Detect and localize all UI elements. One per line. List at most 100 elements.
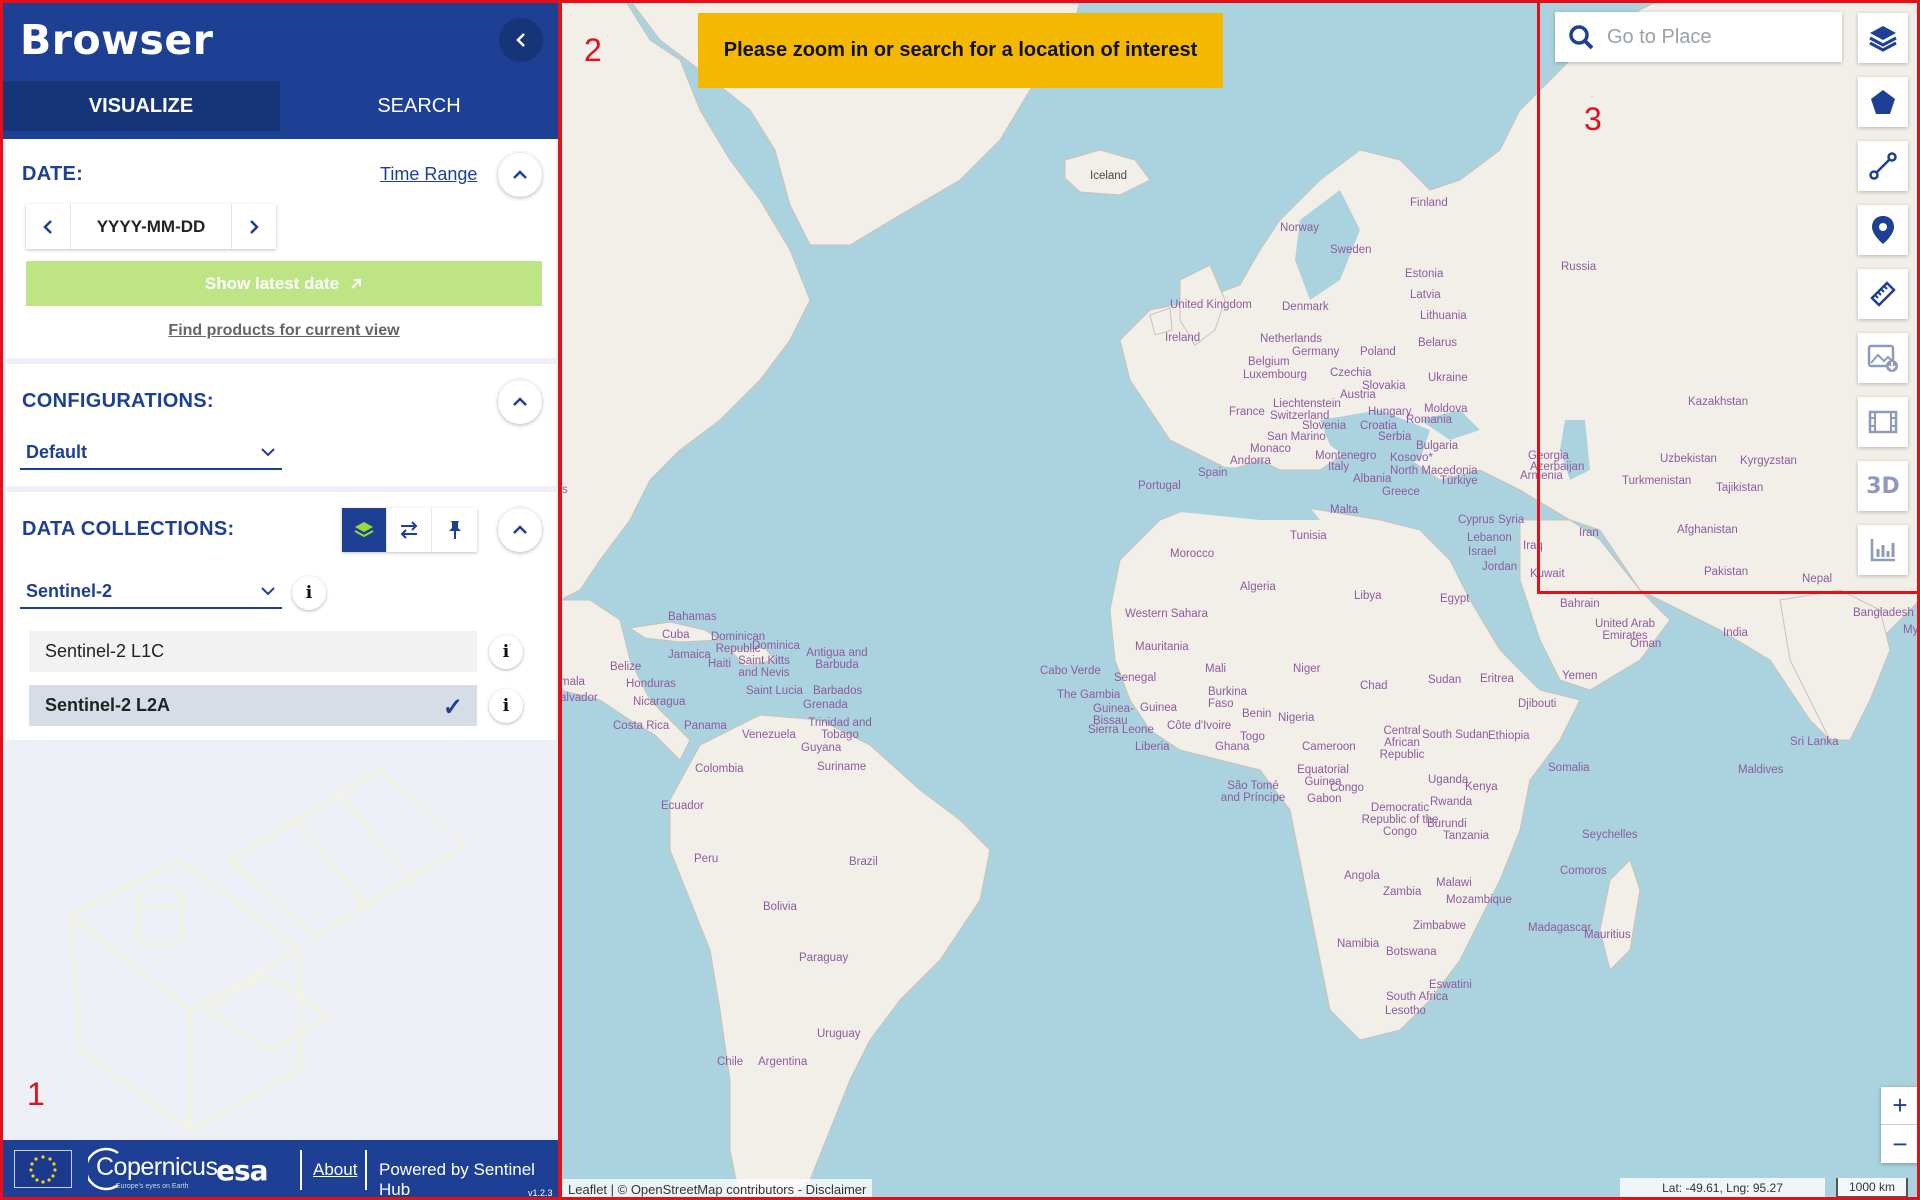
- zoom-out-button[interactable]: −: [1881, 1125, 1919, 1163]
- layers-icon: [354, 522, 374, 538]
- map-label: Andorra: [1230, 455, 1271, 467]
- map-marker-icon: [1872, 216, 1894, 244]
- l1c-info-button[interactable]: i: [489, 635, 523, 669]
- map-label: Nicaragua: [633, 696, 686, 708]
- about-link[interactable]: About: [313, 1160, 357, 1180]
- find-products-link[interactable]: Find products for current view: [6, 322, 562, 340]
- configuration-select[interactable]: Default: [20, 436, 282, 470]
- map-label: Serbia: [1378, 431, 1412, 443]
- annotation-number-2: 2: [584, 32, 602, 68]
- draw-polygon-button[interactable]: [1858, 77, 1908, 127]
- sidebar-header: Browser VISUALIZE SEARCH: [0, 0, 560, 139]
- map-label: Iran: [1579, 527, 1599, 539]
- map-label: My: [1903, 624, 1919, 636]
- map-label: Uruguay: [817, 1028, 861, 1040]
- date-input[interactable]: YYYY-MM-DD: [70, 204, 232, 249]
- 3d-view-button[interactable]: 3D: [1858, 461, 1908, 511]
- collection-item-sentinel-2-l1c[interactable]: Sentinel-2 L1C: [29, 631, 477, 672]
- data-collections-panel: DATA COLLECTIONS: Sentinel-2 i Sentinel-…: [6, 492, 556, 740]
- map-label: Armenia: [1520, 470, 1563, 482]
- compare-button[interactable]: [387, 508, 432, 552]
- date-panel: DATE: Time Range YYYY-MM-DD Show latest …: [6, 139, 556, 358]
- zoom-in-button[interactable]: +: [1881, 1087, 1919, 1125]
- place-marker-button[interactable]: [1858, 205, 1908, 255]
- map-label: Algeria: [1240, 581, 1276, 593]
- chevron-up-icon: [513, 525, 527, 534]
- map-label: Brazil: [849, 856, 878, 868]
- map-label: São Tomé and Príncipe: [1220, 780, 1286, 804]
- tab-visualize[interactable]: VISUALIZE: [2, 81, 280, 131]
- map-label: Malta: [1330, 504, 1359, 516]
- ruler-icon: [1870, 281, 1896, 307]
- image-download-button[interactable]: [1858, 333, 1908, 383]
- date-section-title: DATE:: [22, 163, 84, 185]
- collection-item-sentinel-2-l2a[interactable]: Sentinel-2 L2A ✓: [29, 685, 477, 726]
- next-date-button[interactable]: [232, 204, 276, 249]
- map-label: Zambia: [1383, 886, 1422, 898]
- map-label: Benin: [1242, 708, 1272, 720]
- measure-button[interactable]: [1858, 269, 1908, 319]
- footer-divider: [300, 1150, 302, 1190]
- statistics-button[interactable]: [1858, 525, 1908, 575]
- collection-toolbar: [342, 508, 477, 552]
- map-basemap: [560, 0, 1920, 1200]
- map-label: Angola: [1344, 870, 1380, 882]
- map-label: Mauritius: [1584, 929, 1631, 941]
- map-label: Yemen: [1562, 670, 1598, 682]
- map-label: Senegal: [1114, 672, 1157, 684]
- sidebar: Browser VISUALIZE SEARCH DATE: Time Rang…: [0, 0, 560, 1200]
- collapse-date-button[interactable]: [498, 153, 542, 197]
- map-label: Italy: [1328, 461, 1350, 473]
- map-label: Jamaica: [668, 649, 711, 661]
- chevron-left-icon: [516, 33, 525, 47]
- map-label: South Sudan: [1422, 729, 1489, 741]
- map-label: Western Sahara: [1125, 608, 1208, 620]
- map-label: Spain: [1198, 467, 1228, 479]
- collapse-sidebar-button[interactable]: [499, 18, 543, 62]
- search-icon[interactable]: [1555, 24, 1607, 50]
- collection-select[interactable]: Sentinel-2: [20, 575, 282, 609]
- pin-button[interactable]: [432, 508, 477, 552]
- esa-logo: esa: [216, 1154, 269, 1187]
- map-label: Albania: [1353, 473, 1392, 485]
- tab-search[interactable]: SEARCH: [280, 81, 558, 131]
- map-attribution[interactable]: Leaflet | © OpenStreetMap contributors -…: [562, 1179, 873, 1200]
- map-label: Pakistan: [1704, 566, 1749, 578]
- checkmark-icon: ✓: [442, 694, 463, 721]
- map-label: Madagascar: [1528, 922, 1592, 934]
- map-label: Belize: [610, 661, 642, 673]
- map-label: Portugal: [1138, 480, 1181, 492]
- map-label: Malawi: [1436, 877, 1472, 889]
- show-latest-date-button[interactable]: Show latest date: [26, 261, 542, 306]
- map-label: Hungary: [1368, 406, 1412, 418]
- map-label: Oman: [1630, 638, 1662, 650]
- map-label: Somalia: [1548, 762, 1590, 774]
- map-view[interactable]: Iceland Finland Norway Sweden Estonia La…: [560, 0, 1920, 1200]
- chevron-down-icon: [261, 448, 275, 457]
- l2a-info-button[interactable]: i: [489, 689, 523, 723]
- location-search-input[interactable]: [1607, 25, 1827, 49]
- layers-view-button[interactable]: [342, 508, 387, 552]
- map-label: Cabo Verde: [1040, 665, 1101, 677]
- map-label: Lesotho: [1385, 1005, 1426, 1017]
- timelapse-button[interactable]: [1858, 397, 1908, 447]
- map-label: Bolivia: [763, 901, 797, 913]
- collection-item-label: Sentinel-2 L1C: [45, 641, 165, 661]
- previous-date-button[interactable]: [26, 204, 70, 249]
- collapse-collections-button[interactable]: [498, 508, 542, 552]
- line-icon: [1869, 152, 1897, 180]
- layers-tool-button[interactable]: [1858, 13, 1908, 63]
- collection-item-label: Sentinel-2 L2A: [45, 695, 171, 715]
- collection-info-button[interactable]: i: [292, 576, 326, 610]
- copernicus-logo: Copernicus Europe's eyes on Earth: [88, 1145, 218, 1193]
- collapse-configurations-button[interactable]: [498, 380, 542, 424]
- map-label: Luxembourg: [1243, 369, 1307, 381]
- map-label: San Marino: [1267, 431, 1326, 443]
- time-range-link[interactable]: Time Range: [380, 164, 477, 185]
- draw-line-button[interactable]: [1858, 141, 1908, 191]
- show-latest-date-label: Show latest date: [204, 273, 340, 293]
- image-download-icon: [1867, 344, 1898, 372]
- map-label: Nepal: [1802, 573, 1833, 585]
- map-label: Venezuela: [742, 729, 796, 741]
- pentagon-icon: [1871, 90, 1895, 114]
